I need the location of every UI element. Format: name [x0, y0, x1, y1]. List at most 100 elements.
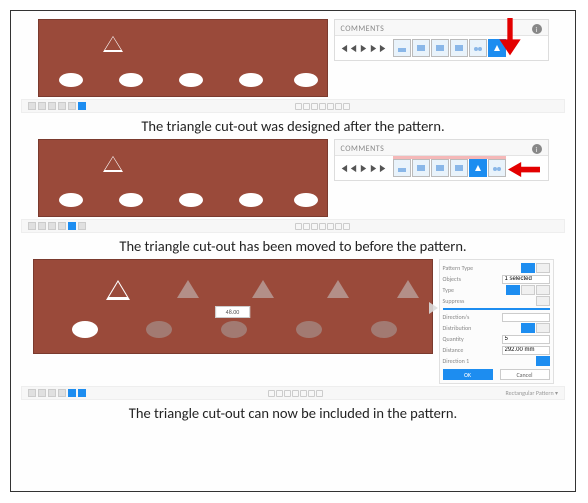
- tl-next-icon[interactable]: [369, 164, 378, 173]
- mini-dot[interactable]: [300, 390, 307, 397]
- timeline-step[interactable]: [431, 39, 449, 57]
- hole: [179, 193, 203, 207]
- mini-btn[interactable]: [48, 222, 56, 230]
- ok-button[interactable]: OK: [443, 369, 493, 380]
- mini-dot[interactable]: [335, 103, 342, 110]
- timeline-steps: [393, 39, 506, 57]
- direction1-toggle[interactable]: [536, 356, 550, 366]
- tl-first-icon[interactable]: [339, 164, 348, 173]
- tl-play-icon[interactable]: [359, 44, 368, 53]
- suppress-toggle[interactable]: [536, 296, 550, 306]
- mini-dot[interactable]: [316, 390, 323, 397]
- mini-btn[interactable]: [38, 389, 46, 397]
- mini-dot[interactable]: [311, 223, 318, 230]
- mini-btn[interactable]: [38, 222, 46, 230]
- quantity-field[interactable]: [502, 335, 550, 344]
- mini-btn[interactable]: [68, 102, 76, 110]
- pattern-ghost-hole: [146, 321, 172, 338]
- type-option-button[interactable]: [536, 285, 550, 295]
- section-3: 48.00 Pattern Type Objects Type Suppress…: [21, 259, 565, 422]
- mini-btn-active[interactable]: [68, 389, 76, 397]
- mini-btn[interactable]: [28, 222, 36, 230]
- caption-2: The triangle cut-out has been moved to b…: [119, 237, 466, 255]
- tl-first-icon[interactable]: [339, 44, 348, 53]
- pattern-ghost-hole: [221, 321, 247, 338]
- comments-panel-2: COMMENTS i: [334, 139, 549, 181]
- pattern-ghost-triangle: [397, 280, 419, 298]
- type-option-button[interactable]: [521, 285, 535, 295]
- timeline-step[interactable]: [412, 39, 430, 57]
- hole: [179, 73, 203, 87]
- tl-prev-icon[interactable]: [349, 44, 358, 53]
- timeline-step[interactable]: [393, 159, 411, 177]
- tl-last-icon[interactable]: [379, 44, 388, 53]
- timeline-step[interactable]: [488, 159, 506, 177]
- tl-next-icon[interactable]: [369, 44, 378, 53]
- mini-btn[interactable]: [28, 102, 36, 110]
- mini-dot[interactable]: [268, 390, 275, 397]
- dist-option-button[interactable]: [536, 323, 550, 333]
- mini-btn[interactable]: [48, 102, 56, 110]
- type-option-button[interactable]: [506, 285, 520, 295]
- mini-btn[interactable]: [38, 102, 46, 110]
- mini-dot[interactable]: [327, 223, 334, 230]
- mini-btn[interactable]: [48, 389, 56, 397]
- dimension-label[interactable]: 48.00: [215, 306, 251, 318]
- dist-option-button[interactable]: [521, 323, 535, 333]
- timeline-step[interactable]: [450, 159, 468, 177]
- timeline-step-selected[interactable]: [469, 159, 487, 177]
- timeline-step[interactable]: [412, 159, 430, 177]
- mini-dot[interactable]: [308, 390, 315, 397]
- mini-dot[interactable]: [284, 390, 291, 397]
- mini-dot[interactable]: [327, 103, 334, 110]
- mini-dot[interactable]: [319, 103, 326, 110]
- mini-btn[interactable]: [58, 102, 66, 110]
- timeline-step[interactable]: [393, 39, 411, 57]
- prop-label: Objects: [443, 275, 461, 283]
- mini-dot[interactable]: [292, 390, 299, 397]
- mini-btn[interactable]: [58, 222, 66, 230]
- info-icon[interactable]: i: [532, 24, 542, 34]
- mini-dot[interactable]: [319, 223, 326, 230]
- tutorial-figure: COMMENTS i: [10, 10, 576, 492]
- mini-dot[interactable]: [295, 103, 302, 110]
- objects-field[interactable]: [502, 275, 550, 284]
- section-2: COMMENTS i: [21, 139, 565, 255]
- mini-timeline-2: [21, 219, 565, 233]
- tl-last-icon[interactable]: [379, 164, 388, 173]
- mini-dot[interactable]: [303, 223, 310, 230]
- mini-dot[interactable]: [343, 103, 350, 110]
- annotation-arrow-down: [494, 18, 526, 58]
- hole: [119, 193, 143, 207]
- mini-dot[interactable]: [303, 103, 310, 110]
- mini-dot[interactable]: [335, 223, 342, 230]
- mini-btn[interactable]: [58, 389, 66, 397]
- timeline-step[interactable]: [450, 39, 468, 57]
- timeline-step[interactable]: [431, 159, 449, 177]
- mini-dot[interactable]: [276, 390, 283, 397]
- prop-label: Distribution: [443, 324, 472, 332]
- cancel-button[interactable]: Cancel: [500, 369, 550, 380]
- mini-btn[interactable]: [78, 222, 86, 230]
- comments-title: COMMENTS: [341, 24, 385, 34]
- prop-label: Pattern Type: [443, 264, 474, 272]
- direction-arrow-icon[interactable]: [429, 302, 438, 314]
- info-icon[interactable]: i: [532, 144, 542, 154]
- mini-btn[interactable]: [28, 389, 36, 397]
- mini-dot[interactable]: [311, 103, 318, 110]
- timeline-step[interactable]: [469, 39, 487, 57]
- pattern-type-rect-button[interactable]: [521, 263, 535, 273]
- tl-play-icon[interactable]: [359, 164, 368, 173]
- tl-prev-icon[interactable]: [349, 164, 358, 173]
- distance-field[interactable]: [502, 346, 550, 355]
- mini-dot[interactable]: [295, 223, 302, 230]
- mini-btn-active[interactable]: [78, 102, 86, 110]
- direction-field[interactable]: [502, 313, 550, 322]
- mini-btn-active[interactable]: [78, 389, 86, 397]
- section-1: COMMENTS i: [21, 19, 565, 135]
- pattern-type-alt-button[interactable]: [536, 263, 550, 273]
- mini-btn-active[interactable]: [68, 222, 76, 230]
- footer-status[interactable]: Rectangular Pattern ▾: [506, 389, 558, 397]
- caption-1: The triangle cut-out was designed after …: [141, 117, 444, 135]
- mini-dot[interactable]: [343, 223, 350, 230]
